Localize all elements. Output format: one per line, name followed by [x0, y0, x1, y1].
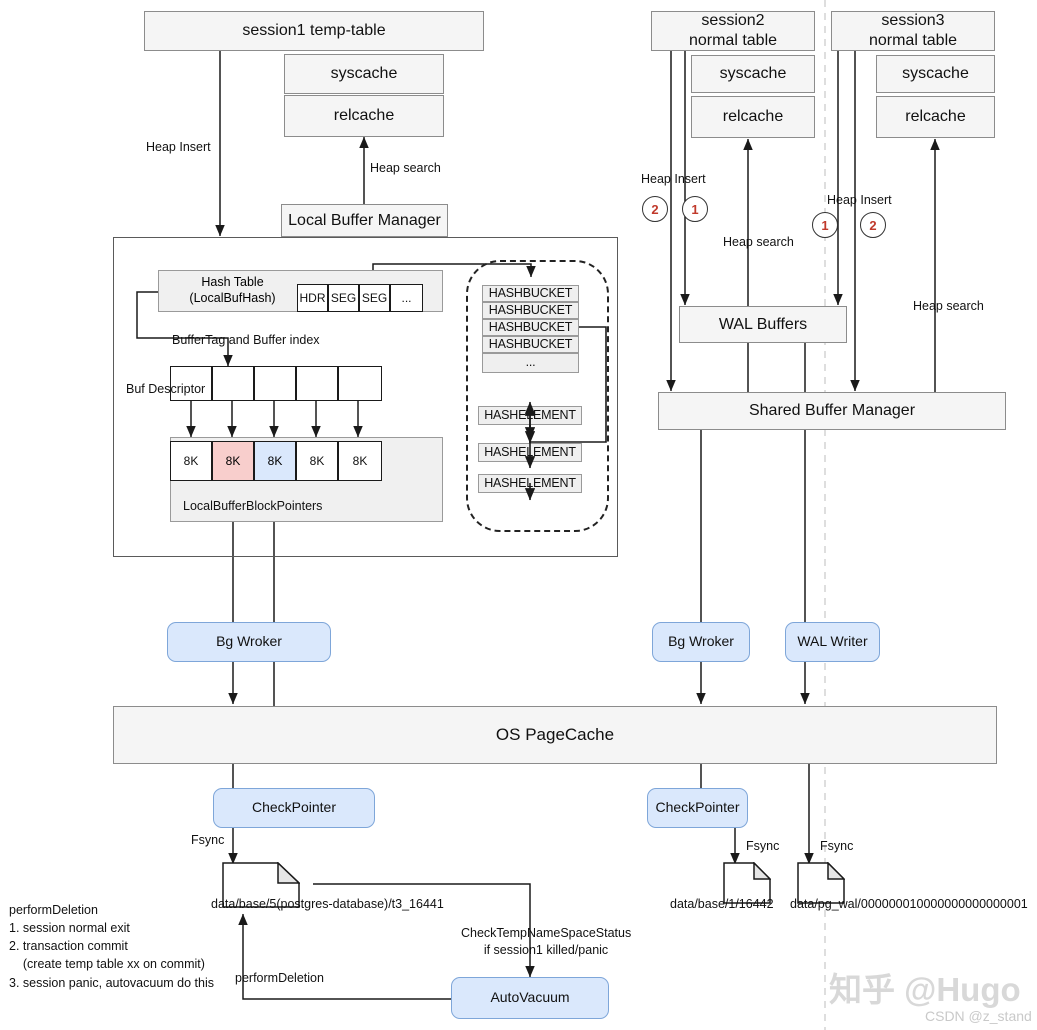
fsync-label-left: Fsync — [191, 833, 225, 847]
wal-file-path: data/pg_wal/000000010000000000000001 — [790, 897, 1028, 911]
buf-descriptor-cell-4 — [338, 366, 382, 401]
bg-worker-left-box: Bg Wroker — [167, 622, 331, 662]
checkpointer-right-box: CheckPointer — [647, 788, 748, 828]
hashbucket-ellipsis: ... — [482, 353, 579, 373]
buf-descriptor-cell-2 — [254, 366, 296, 401]
session1-syscache-box: syscache — [284, 54, 444, 94]
block-cell-2-clean: 8K — [254, 441, 296, 481]
block-cell-3: 8K — [296, 441, 338, 481]
shared-buffer-manager-box: Shared Buffer Manager — [658, 392, 1006, 430]
session3-box: session3 normal table — [831, 11, 995, 51]
seg-cell-2: SEG — [359, 284, 390, 312]
perform-deletion-notes: performDeletion 1. session normal exit 2… — [9, 903, 214, 990]
fsync-label-mid: Fsync — [746, 839, 780, 853]
step-number-s3-1: 1 — [812, 212, 838, 238]
session3-title-2: normal table — [868, 32, 958, 49]
session1-relcache-box: relcache — [284, 95, 444, 137]
check-temp-namespace-label: CheckTempNameSpaceStatus if session1 kil… — [461, 926, 632, 957]
session3-syscache-box: syscache — [876, 55, 995, 93]
block-cell-0: 8K — [170, 441, 212, 481]
bg-worker-right-box: Bg Wroker — [652, 622, 750, 662]
session2-title-2: normal table — [688, 32, 778, 49]
hashbucket-2: HASHBUCKET — [482, 319, 579, 336]
local-buffer-block-pointers-label: LocalBufferBlockPointers — [183, 499, 323, 513]
csdn-watermark: CSDN @z_stand — [925, 1008, 1032, 1024]
wal-writer-box: WAL Writer — [785, 622, 880, 662]
hashelement-2: HASHELEMENT — [478, 474, 582, 493]
temp-file-path: data/base/5(postgres-database)/t3_16441 — [211, 897, 444, 911]
zhihu-watermark: 知乎 @Hugo — [829, 971, 1021, 1008]
session2-syscache-box: syscache — [691, 55, 815, 93]
heap-search-label-3: Heap search — [913, 299, 984, 313]
session2-box: session2 normal table — [651, 11, 815, 51]
heap-insert-label-2: Heap Insert — [641, 172, 706, 186]
step-number-s2-1: 1 — [682, 196, 708, 222]
buf-descriptor-label: Buf Descriptor — [126, 382, 206, 396]
seg-cell-more: ... — [390, 284, 423, 312]
block-cell-1-dirty: 8K — [212, 441, 254, 481]
os-pagecache-box: OS PageCache — [113, 706, 997, 764]
local-buffer-manager-label: Local Buffer Manager — [288, 211, 441, 229]
session2-title-1: session2 — [701, 12, 765, 29]
hash-table-line2: (LocalBufHash) — [189, 291, 276, 305]
hashbucket-1: HASHBUCKET — [482, 302, 579, 319]
perform-deletion-edge-label: performDeletion — [235, 971, 324, 985]
block-cell-4: 8K — [338, 441, 382, 481]
heap-insert-label-1: Heap Insert — [146, 140, 211, 154]
session3-title-1: session3 — [881, 12, 945, 29]
buf-descriptor-cell-3 — [296, 366, 338, 401]
checkpointer-left-box: CheckPointer — [213, 788, 375, 828]
hashbucket-3: HASHBUCKET — [482, 336, 579, 353]
heap-search-label-1: Heap search — [370, 161, 441, 175]
local-buffer-manager-box: Local Buffer Manager — [281, 204, 448, 237]
buffertag-label: BufferTag and Buffer index — [172, 333, 320, 347]
step-number-s3-2: 2 — [860, 212, 886, 238]
session3-relcache-box: relcache — [876, 96, 995, 138]
hashelement-0: HASHELEMENT — [478, 406, 582, 425]
session2-relcache-box: relcache — [691, 96, 815, 138]
autovacuum-box: AutoVacuum — [451, 977, 609, 1019]
hash-table-line1: Hash Table — [201, 275, 264, 290]
hash-table-label: Hash Table (LocalBufHash) — [170, 272, 295, 310]
wal-buffers-box: WAL Buffers — [679, 306, 847, 343]
session1-syscache-label: syscache — [330, 65, 398, 82]
diagram-canvas: session1 temp-table syscache relcache He… — [0, 0, 1037, 1030]
session1-temp-table-box: session1 temp-table — [144, 11, 484, 51]
step-number-s2-2: 2 — [642, 196, 668, 222]
seg-cell-hdr: HDR — [297, 284, 328, 312]
base-file-path: data/base/1/16442 — [670, 897, 774, 911]
session1-title: session1 temp-table — [242, 22, 386, 39]
fsync-label-right: Fsync — [820, 839, 854, 853]
seg-cell-1: SEG — [328, 284, 359, 312]
hashbucket-0: HASHBUCKET — [482, 285, 579, 302]
heap-insert-label-3: Heap Insert — [827, 193, 892, 207]
session1-relcache-label: relcache — [333, 107, 395, 124]
heap-search-label-2: Heap search — [723, 235, 794, 249]
buf-descriptor-cell-1 — [212, 366, 254, 401]
hashelement-1: HASHELEMENT — [478, 443, 582, 462]
